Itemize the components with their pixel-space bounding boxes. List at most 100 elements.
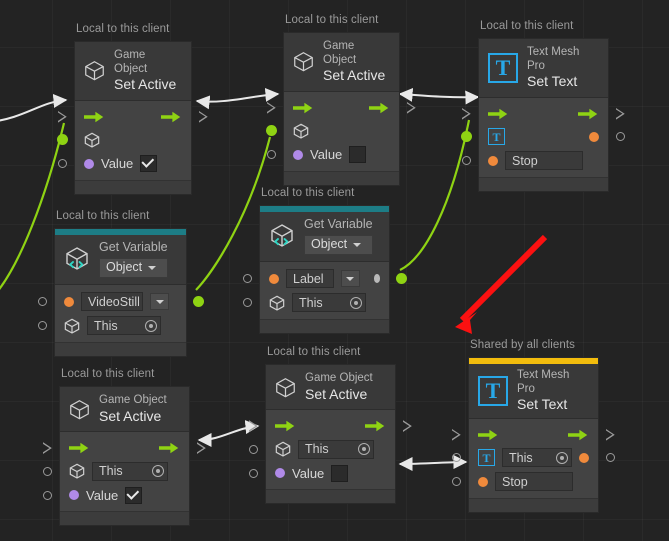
node-footer: [284, 170, 399, 185]
target-object-input[interactable]: This: [298, 439, 374, 459]
variable-kind-dropdown[interactable]: Object: [304, 234, 373, 255]
port-value-in[interactable]: [266, 149, 277, 160]
target-object-input[interactable]: This: [92, 461, 168, 481]
node-title: Set Text: [517, 396, 568, 413]
flow-in-arrow-icon: [488, 108, 508, 119]
source-object-input[interactable]: This: [292, 293, 366, 313]
flow-out-arrow-icon: [365, 420, 385, 432]
target-picker-icon[interactable]: [556, 451, 568, 464]
port-name-in[interactable]: [37, 296, 48, 307]
port-source-in[interactable]: [242, 297, 253, 308]
chevron-down-icon: [155, 299, 164, 304]
port-flow-out[interactable]: [196, 443, 207, 454]
port-text-in[interactable]: [451, 476, 462, 487]
port-flow-out[interactable]: [406, 102, 417, 113]
graph-canvas[interactable]: Local to this client Game Object Set Act…: [0, 0, 669, 541]
value-checkbox[interactable]: [349, 146, 367, 164]
textmeshpro-icon: T: [478, 375, 508, 406]
port-source-in[interactable]: [37, 320, 48, 331]
node-header: T Text Mesh Pro Set Text: [469, 364, 598, 419]
port-target-in[interactable]: [57, 134, 68, 146]
variable-name-dropdown[interactable]: [150, 293, 169, 311]
port-flow-in[interactable]: [42, 443, 53, 454]
port-value-in[interactable]: [248, 468, 259, 479]
target-picker-icon[interactable]: [145, 319, 157, 332]
cube-icon: [85, 61, 104, 81]
port-target-in[interactable]: [248, 444, 259, 455]
value-port-dot-icon: [293, 149, 303, 160]
node-footer: [55, 341, 186, 356]
node-header: T Text Mesh Pro Set Text: [479, 39, 608, 98]
node-title: Set Active: [323, 67, 386, 84]
node-footer: [266, 489, 395, 504]
port-value-out[interactable]: [193, 296, 204, 308]
port-flow-in[interactable]: [266, 102, 277, 113]
value-checkbox[interactable]: [125, 486, 143, 504]
cube-icon: [294, 52, 313, 72]
node-subtitle: Game Object: [114, 49, 148, 75]
cube-icon: [276, 377, 295, 397]
port-target-in[interactable]: [461, 131, 472, 143]
chevron-down-icon: [346, 276, 355, 281]
port-value-in[interactable]: [57, 158, 68, 169]
node-set-active-1[interactable]: Local to this client Game Object Set Act…: [57, 23, 192, 195]
port-text-in[interactable]: [461, 155, 472, 166]
port-name-in[interactable]: [242, 273, 253, 284]
target-picker-icon[interactable]: [358, 443, 370, 456]
target-picker-icon[interactable]: [350, 296, 362, 309]
node-set-active-4[interactable]: Local to this client Game Object Set Act…: [249, 346, 396, 505]
port-value-out[interactable]: [396, 273, 407, 285]
node-title: Set Text: [527, 73, 578, 90]
node-set-active-3[interactable]: Local to this client Game Object Set Act…: [43, 368, 190, 527]
node-subtitle: Text Mesh Pro: [527, 46, 580, 72]
variable-kind-dropdown[interactable]: Object: [99, 257, 168, 278]
port-flow-in[interactable]: [451, 429, 462, 440]
cube-icon: [275, 441, 291, 457]
port-flow-out[interactable]: [605, 429, 616, 440]
port-flow-out[interactable]: [615, 108, 626, 119]
node-get-variable-1[interactable]: Local to this client Get Variable Object…: [38, 210, 204, 357]
node-body: T This Stop: [452, 418, 615, 498]
node-set-text-1[interactable]: Local to this client T Text Mesh Pro Set…: [461, 20, 625, 192]
node-set-text-2[interactable]: Shared by all clients T Text Mesh Pro Se…: [452, 339, 615, 513]
port-flow-in[interactable]: [461, 108, 472, 119]
cube-icon: [64, 318, 80, 334]
text-input[interactable]: Stop: [495, 472, 573, 492]
port-value-in[interactable]: [42, 490, 53, 501]
variable-name-input[interactable]: VideoStill: [81, 292, 143, 312]
node-scope-caption: Local to this client: [56, 210, 150, 222]
port-flow-out[interactable]: [198, 111, 209, 122]
flow-in-arrow-icon: [84, 111, 104, 122]
node-header: Game Object Set Active: [284, 33, 399, 92]
node-get-variable-2[interactable]: Local to this client Get Variable Object…: [243, 187, 407, 334]
node-subtitle: Text Mesh Pro: [517, 369, 570, 395]
textmeshpro-icon: T: [478, 449, 495, 467]
chevron-down-icon: [148, 265, 157, 270]
port-value-out[interactable]: [605, 452, 616, 463]
node-scope-caption: Local to this client: [480, 20, 574, 32]
source-object-input[interactable]: This: [87, 316, 161, 336]
flow-out-arrow-icon: [568, 429, 588, 440]
text-input[interactable]: Stop: [505, 151, 583, 171]
value-checkbox[interactable]: [331, 464, 349, 482]
port-flow-in[interactable]: [248, 421, 259, 432]
port-target-in[interactable]: [266, 125, 277, 137]
port-target-in[interactable]: [42, 466, 53, 477]
textmeshpro-icon: T: [488, 52, 518, 83]
node-title: Set Active: [99, 407, 162, 424]
node-footer: [75, 179, 191, 194]
port-value-out[interactable]: [615, 131, 626, 142]
port-target-in[interactable]: [451, 452, 462, 463]
value-checkbox[interactable]: [140, 155, 158, 173]
node-set-active-2[interactable]: Local to this client Game Object Set Act…: [266, 14, 400, 186]
port-flow-out[interactable]: [402, 421, 413, 432]
target-picker-icon[interactable]: [152, 465, 164, 478]
value-port-dot-icon: [69, 490, 79, 501]
variable-name-dropdown[interactable]: [340, 270, 360, 288]
node-header: Game Object Set Active: [60, 387, 189, 433]
target-object-input[interactable]: This: [502, 448, 572, 468]
port-flow-in[interactable]: [57, 111, 68, 122]
red-arrow-annotation: [455, 234, 548, 334]
node-footer: [479, 176, 608, 191]
variable-name-input[interactable]: Label: [286, 269, 334, 289]
